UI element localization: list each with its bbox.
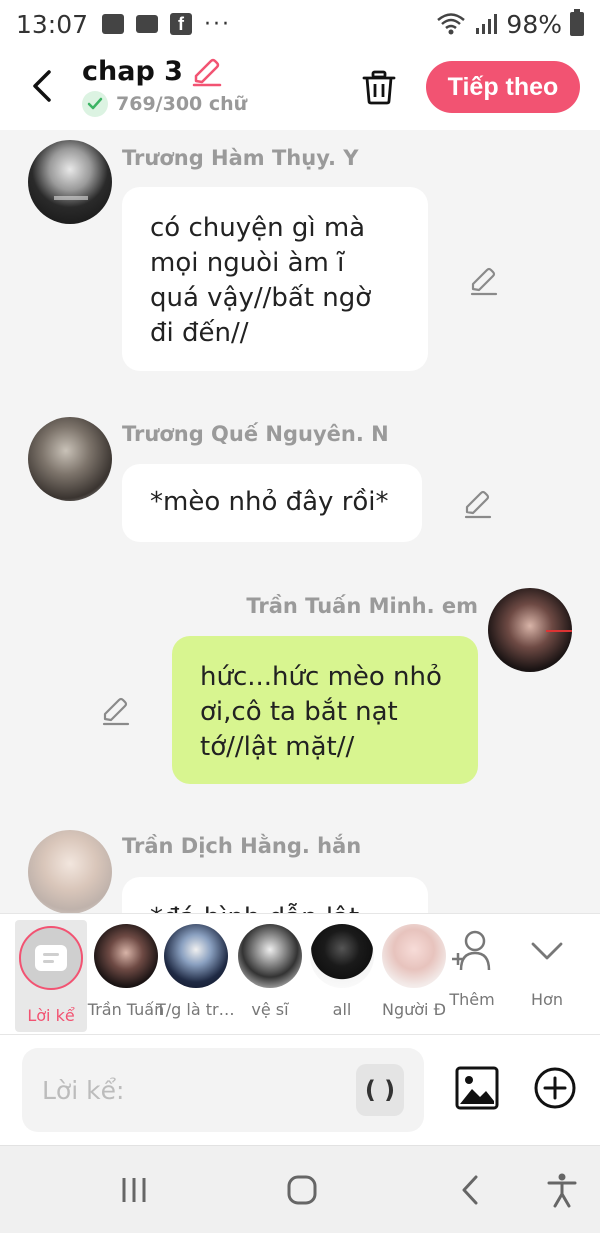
input-bar: ( )	[0, 1035, 600, 1145]
avatar[interactable]	[28, 140, 112, 224]
image-icon[interactable]	[454, 1065, 500, 1111]
character-avatar	[382, 924, 446, 988]
accessibility-button[interactable]	[540, 1170, 584, 1210]
more-characters-label: Hơn	[531, 990, 563, 1009]
narrator-icon	[19, 926, 83, 990]
add-character-button[interactable]: Thêm	[440, 928, 504, 1009]
add-character-label: Thêm	[449, 990, 495, 1009]
message-bubble[interactable]: có chuyện gì mà mọi nguòi àm ĩ quá vậy//…	[122, 187, 428, 371]
character-label: Trần Tuấn	[87, 1000, 165, 1019]
home-icon	[287, 1175, 317, 1205]
gallery-notification-icon	[102, 14, 125, 34]
system-nav-bar	[0, 1145, 600, 1233]
battery-percent: 98%	[506, 9, 562, 39]
message-input[interactable]	[42, 1070, 342, 1110]
signal-icon	[476, 14, 498, 34]
character-option[interactable]: Trần Tuấn	[88, 924, 164, 1019]
message-bubble[interactable]: *đá bình dẫn lật	[122, 877, 428, 913]
speaker-name: Trương Quế Nguyên. N	[122, 422, 389, 446]
more-characters-button[interactable]: Hơn	[515, 928, 579, 1009]
recent-apps-icon	[122, 1178, 146, 1202]
character-option[interactable]: T/g là trù...	[156, 924, 236, 1019]
message-input-box: ( )	[22, 1048, 424, 1132]
delete-button[interactable]	[356, 64, 402, 110]
recent-apps-button[interactable]	[112, 1170, 156, 1210]
wifi-icon	[437, 13, 466, 35]
editor-header: chap 3 769/300 chữ Tiếp theo	[0, 48, 600, 130]
trash-icon	[362, 70, 396, 105]
chat-area[interactable]: Trương Hàm Thụy. Y có chuyện gì mà mọi n…	[0, 130, 600, 913]
status-bar: 13:07 f ··· 98%	[0, 0, 600, 48]
character-avatar	[238, 924, 302, 988]
parenthesis-button[interactable]: ( )	[356, 1064, 404, 1116]
speaker-name: Trương Hàm Thụy. Y	[122, 146, 359, 170]
edit-message-icon[interactable]	[468, 265, 500, 297]
avatar[interactable]	[28, 830, 112, 913]
edit-message-icon[interactable]	[462, 488, 494, 520]
back-button[interactable]	[22, 64, 62, 108]
character-label: all	[332, 1000, 352, 1019]
narrator-label: Lời kể	[27, 1006, 75, 1025]
character-avatar	[94, 924, 158, 988]
message-notification-icon	[136, 15, 159, 33]
back-arrow-icon	[462, 1175, 478, 1205]
chapter-title-block: chap 3 769/300 chữ	[82, 56, 247, 117]
speaker-name: Trần Dịch Hằng. hắn	[122, 834, 362, 858]
avatar[interactable]	[488, 588, 572, 672]
message-bubble[interactable]: *mèo nhỏ đây rồi*	[122, 464, 422, 542]
narrator-option[interactable]: Lời kể	[15, 920, 87, 1032]
character-selector: Lời kể Trần Tuấn T/g là trù... vệ sĩ all…	[0, 913, 600, 1035]
next-button[interactable]: Tiếp theo	[426, 61, 580, 113]
word-count: 769/300 chữ	[116, 93, 248, 115]
chevron-left-icon	[33, 70, 51, 102]
character-avatar	[164, 924, 228, 988]
back-nav-button[interactable]	[448, 1170, 492, 1210]
character-option[interactable]: vệ sĩ	[234, 924, 306, 1019]
facebook-notification-icon: f	[170, 13, 193, 35]
character-label: T/g là trù...	[156, 1000, 236, 1019]
more-notifications-icon: ···	[204, 11, 232, 37]
character-label: vệ sĩ	[251, 1000, 289, 1019]
chapter-title: chap 3	[82, 56, 183, 87]
character-option[interactable]: all	[306, 924, 378, 1019]
home-button[interactable]	[280, 1170, 324, 1210]
message-bubble[interactable]: hức...hức mèo nhỏ ơi,cô ta bắt nạt tớ//l…	[172, 636, 478, 784]
avatar[interactable]	[28, 417, 112, 501]
edit-title-icon[interactable]	[191, 57, 223, 87]
character-avatar	[310, 924, 374, 988]
battery-icon	[570, 9, 584, 36]
check-icon	[82, 91, 108, 117]
edit-message-icon[interactable]	[100, 695, 132, 727]
accessibility-icon	[547, 1173, 577, 1208]
status-time: 13:07	[16, 9, 89, 39]
speaker-name: Trần Tuấn Minh. em	[246, 594, 478, 618]
add-person-icon	[452, 930, 491, 971]
chevron-down-icon	[531, 942, 563, 960]
add-circle-icon[interactable]	[532, 1065, 578, 1111]
